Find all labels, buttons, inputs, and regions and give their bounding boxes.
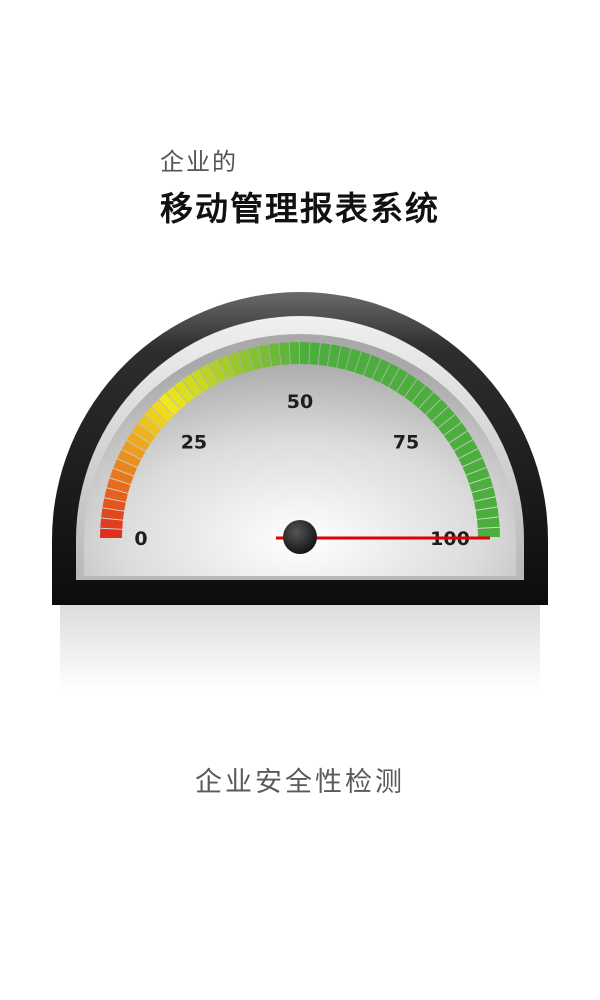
gauge-reflection	[60, 605, 540, 690]
app-subtitle: 企业的	[160, 148, 238, 176]
gauge-band-segment	[289, 342, 300, 365]
gauge-tick-label: 0	[134, 528, 147, 550]
gauge-tick-label: 50	[287, 391, 313, 413]
app-screen: 企业的 移动管理报表系统 0 25 50 75 100 企业安全性检测	[0, 0, 600, 1000]
security-gauge: 0 25 50 75 100	[0, 280, 600, 700]
gauge-tick-label: 25	[181, 431, 207, 453]
app-title: 移动管理报表系统	[160, 189, 440, 228]
gauge-svg: 0255075100	[52, 292, 548, 690]
gauge-tick-label: 75	[393, 431, 419, 453]
gauge-band-segment	[300, 342, 310, 365]
security-check-caption: 企业安全性检测	[195, 767, 405, 798]
gauge-band-segment	[100, 528, 123, 538]
gauge-band-segment	[477, 527, 500, 538]
gauge-hub	[283, 520, 317, 554]
